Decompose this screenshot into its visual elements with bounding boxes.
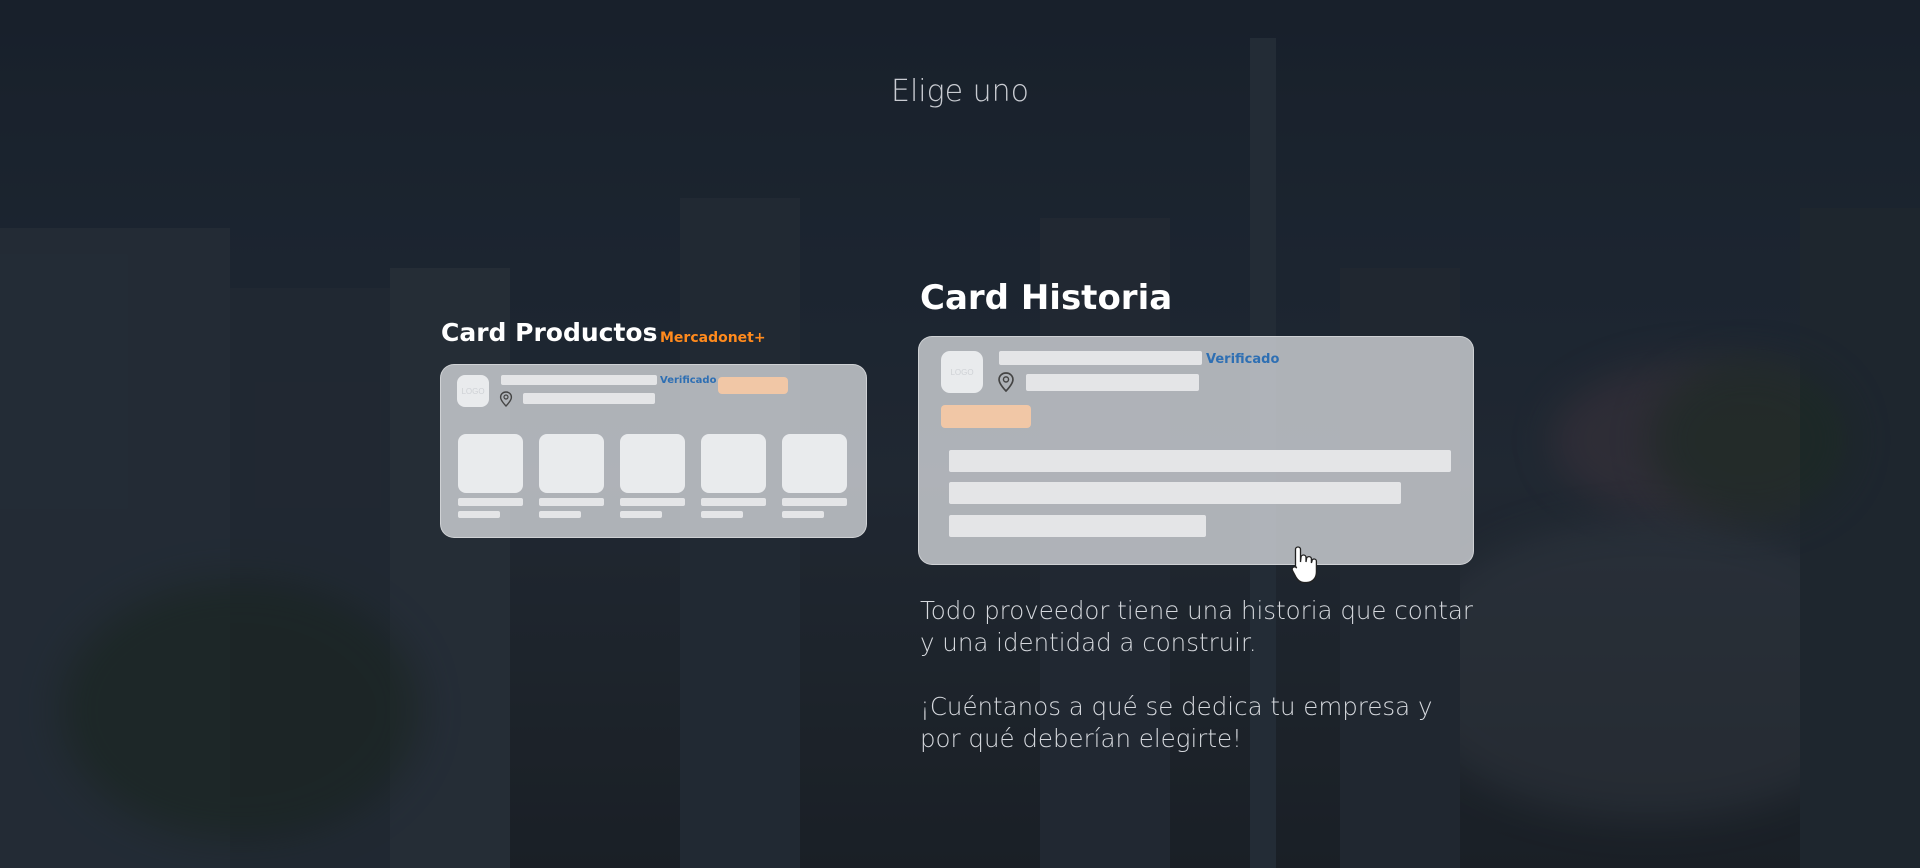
story-text-placeholder: [949, 482, 1401, 504]
hand-pointer-icon: [1291, 546, 1318, 584]
description-paragraph: Todo proveedor tiene una historia que co…: [920, 596, 1473, 657]
verified-badge: Verificado: [660, 375, 717, 386]
page-title: Elige uno: [890, 74, 1029, 109]
description-paragraph: ¡Cuéntanos a qué se dedica tu empresa y …: [920, 692, 1433, 753]
product-thumbnail: [782, 434, 847, 493]
logo-text: LOGO: [461, 386, 485, 396]
button-placeholder: [941, 405, 1031, 428]
location-pin-icon: [998, 372, 1014, 393]
card-historia-heading: Card Historia: [920, 278, 1173, 318]
product-thumbnail: [620, 434, 685, 493]
product-price-placeholder: [620, 511, 662, 518]
product-price-placeholder: [782, 511, 824, 518]
product-name-placeholder: [539, 498, 604, 506]
product-price-placeholder: [458, 511, 500, 518]
card-productos-heading: Card Productos: [441, 318, 658, 347]
product-price-placeholder: [539, 511, 581, 518]
card-historia-option[interactable]: LOGO Verificado: [918, 336, 1474, 565]
product-thumbnail: [458, 434, 523, 493]
mercadonet-plus-badge: Mercadonet+: [660, 330, 766, 346]
location-placeholder: [523, 393, 655, 404]
story-text-placeholder: [949, 450, 1451, 472]
product-name-placeholder: [701, 498, 766, 506]
product-name-placeholder: [782, 498, 847, 506]
name-placeholder: [501, 375, 657, 385]
name-placeholder: [999, 351, 1202, 365]
location-placeholder: [1026, 374, 1199, 391]
card-historia-description: Todo proveedor tiene una historia que co…: [920, 595, 1480, 787]
story-text-placeholder: [949, 515, 1206, 537]
product-name-placeholder: [620, 498, 685, 506]
product-name-placeholder: [458, 498, 523, 506]
verified-badge: Verificado: [1206, 352, 1280, 367]
product-thumbnail: [701, 434, 766, 493]
product-thumbnail: [539, 434, 604, 493]
logo-text: LOGO: [950, 367, 974, 377]
location-pin-icon: [499, 391, 513, 407]
button-placeholder: [718, 377, 788, 394]
logo-placeholder: LOGO: [941, 351, 983, 393]
logo-placeholder: LOGO: [457, 375, 489, 407]
card-productos-option[interactable]: LOGO Verificado: [440, 364, 867, 538]
product-price-placeholder: [701, 511, 743, 518]
